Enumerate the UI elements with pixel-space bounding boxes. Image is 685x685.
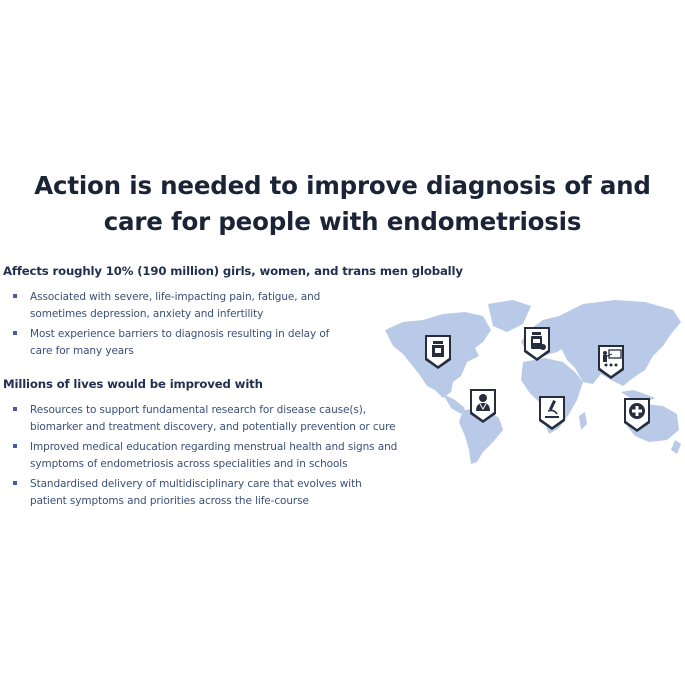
bullet-list-improvements: Resources to support fundamental researc… xyxy=(11,402,431,513)
bullet-text-line: Most experience barriers to diagnosis re… xyxy=(30,328,330,340)
list-item: Improved medical education regarding men… xyxy=(11,439,431,472)
bullet-text-line: Resources to support fundamental researc… xyxy=(30,404,366,416)
world-map-land xyxy=(385,300,681,464)
world-map xyxy=(385,300,681,464)
bullet-text-line: Improved medical education regarding men… xyxy=(30,441,398,453)
list-item: Resources to support fundamental researc… xyxy=(11,402,431,435)
bullet-text-line: sometimes depression, anxiety and infert… xyxy=(30,307,264,320)
list-item: Most experience barriers to diagnosis re… xyxy=(11,326,361,359)
bullet-text-line: biomarker and treatment discovery, and p… xyxy=(30,420,396,433)
page-title: Action is needed to improve diagnosis of… xyxy=(0,168,685,240)
list-item: Standardised delivery of multidisciplina… xyxy=(11,476,431,509)
bullet-icon xyxy=(13,444,17,448)
bullet-icon xyxy=(13,331,17,335)
title-line-2: care for people with endometriosis xyxy=(103,207,582,236)
bullet-text-line: care for many years xyxy=(30,344,134,357)
bullet-text-line: Standardised delivery of multidisciplina… xyxy=(30,478,362,490)
bullet-text-line: patient symptoms and priorities across t… xyxy=(30,494,309,507)
section-heading-improvements: Millions of lives would be improved with xyxy=(3,377,263,391)
bullet-icon xyxy=(13,407,17,411)
bullet-icon xyxy=(13,481,17,485)
section-heading-prevalence: Affects roughly 10% (190 million) girls,… xyxy=(3,264,463,278)
title-line-1: Action is needed to improve diagnosis of… xyxy=(34,171,651,200)
bullet-text-line: symptoms of endometriosis across special… xyxy=(30,457,348,470)
list-item: Associated with severe, life-impacting p… xyxy=(11,289,361,322)
bullet-text-line: Associated with severe, life-impacting p… xyxy=(30,291,321,303)
medicine-bottle-icon xyxy=(524,327,550,361)
bullet-list-prevalence: Associated with severe, life-impacting p… xyxy=(11,289,361,363)
bullet-icon xyxy=(13,294,17,298)
